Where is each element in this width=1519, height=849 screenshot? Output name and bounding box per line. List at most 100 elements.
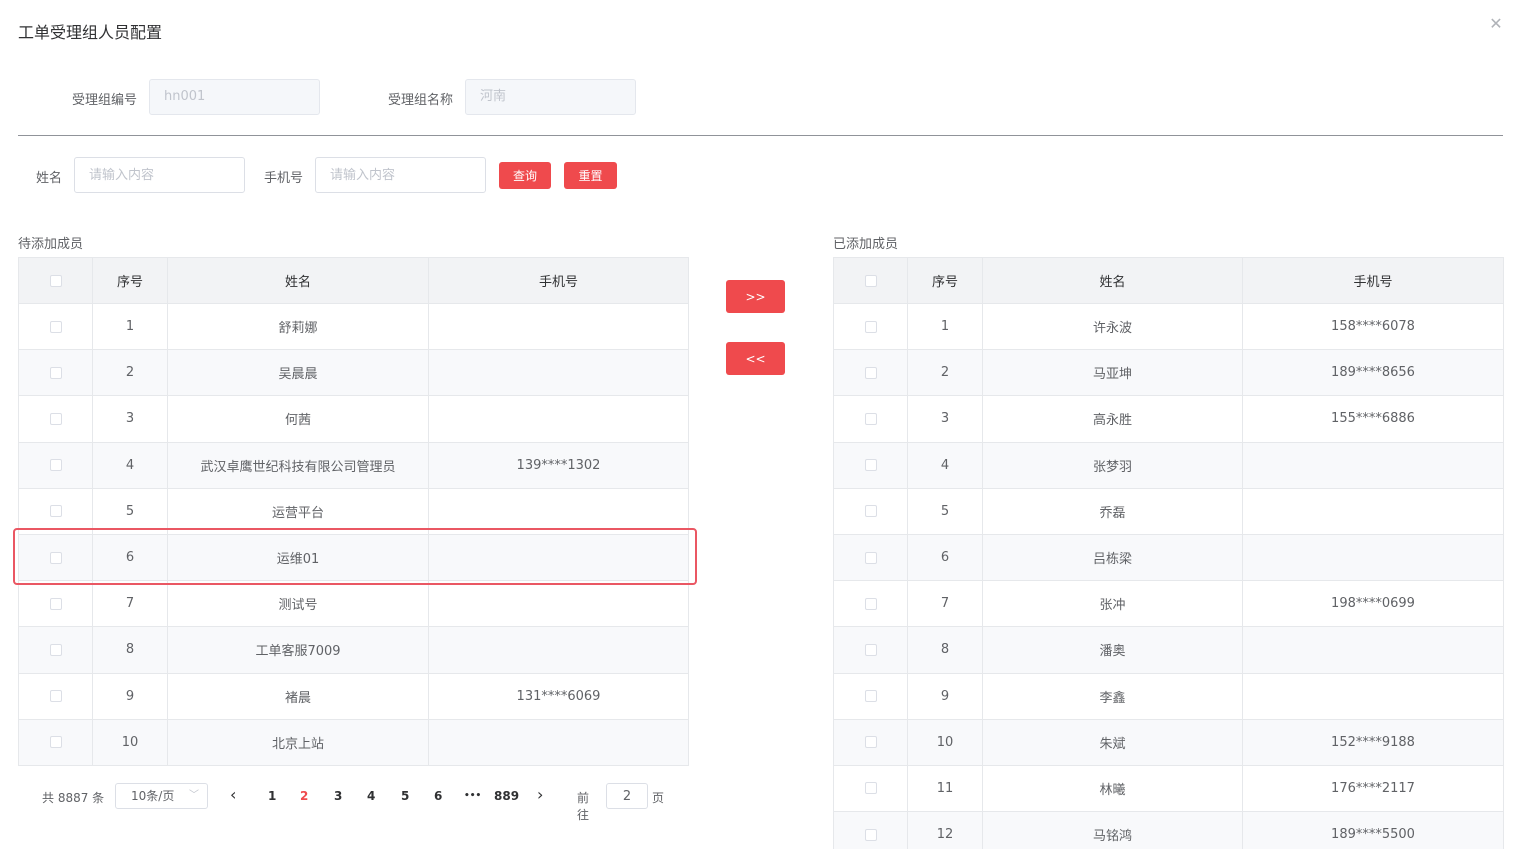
row-name: 测试号 (167, 580, 429, 628)
row-index: 1 (92, 302, 168, 351)
name-search-input[interactable] (74, 157, 245, 193)
phone-search-input[interactable] (315, 157, 486, 193)
row-checkbox[interactable] (49, 597, 62, 610)
row-checkbox-cell[interactable] (18, 349, 93, 397)
row-checkbox[interactable] (49, 412, 62, 425)
table-row[interactable]: 10 北京上站 (18, 718, 689, 766)
row-checkbox-cell[interactable] (18, 626, 93, 674)
select-all-checkbox[interactable] (864, 274, 877, 287)
page-number[interactable]: 1 (268, 789, 276, 803)
row-checkbox-cell[interactable] (833, 626, 908, 674)
table-row[interactable]: 4 武汉卓鹰世纪科技有限公司管理员 139****1302 (18, 441, 689, 489)
table-row[interactable]: 6 吕栋梁 (833, 533, 1504, 582)
page-number-current[interactable]: 2 (300, 789, 308, 803)
row-checkbox[interactable] (49, 643, 62, 656)
page-number[interactable]: 4 (367, 789, 375, 803)
row-checkbox[interactable] (864, 366, 877, 379)
row-name: 工单客服7009 (167, 626, 429, 674)
column-header: 手机号 (1242, 257, 1504, 304)
table-row[interactable]: 1 许永波 158****6078 (833, 302, 1504, 351)
row-index: 5 (92, 487, 168, 535)
table-row[interactable]: 5 运营平台 (18, 487, 689, 535)
row-checkbox[interactable] (49, 690, 62, 703)
row-checkbox-cell[interactable] (833, 764, 908, 813)
page-ellipsis[interactable]: ••• (464, 791, 481, 801)
chevron-left-icon[interactable]: ‹ (230, 785, 236, 804)
table-row[interactable]: 7 张冲 198****0699 (833, 580, 1504, 628)
row-name: 高永胜 (982, 395, 1243, 443)
row-checkbox-cell[interactable] (833, 487, 908, 535)
row-checkbox[interactable] (864, 643, 877, 656)
page-number[interactable]: 889 (494, 789, 519, 803)
row-checkbox[interactable] (49, 551, 62, 564)
row-checkbox[interactable] (864, 459, 877, 472)
row-checkbox[interactable] (864, 505, 877, 518)
row-checkbox-cell[interactable] (18, 302, 93, 351)
row-checkbox-cell[interactable] (833, 395, 908, 443)
chevron-right-icon[interactable]: › (537, 785, 543, 804)
page-number[interactable]: 6 (434, 789, 442, 803)
table-row[interactable]: 2 马亚坤 189****8656 (833, 349, 1504, 397)
row-checkbox[interactable] (864, 551, 877, 564)
table-row[interactable]: 12 马铭鸿 189****5500 (833, 811, 1504, 849)
table-row[interactable]: 7 测试号 (18, 580, 689, 628)
select-all-cell[interactable] (833, 257, 908, 304)
table-row[interactable]: 9 褚晨 131****6069 (18, 672, 689, 720)
row-checkbox-cell[interactable] (18, 533, 93, 582)
table-row[interactable]: 5 乔磊 (833, 487, 1504, 535)
close-icon[interactable]: ✕ (1488, 16, 1504, 32)
table-row[interactable]: 10 朱斌 152****9188 (833, 718, 1504, 766)
row-checkbox[interactable] (49, 320, 62, 333)
row-checkbox-cell[interactable] (18, 672, 93, 720)
table-row[interactable]: 8 潘奥 (833, 626, 1504, 674)
row-phone: 198****0699 (1242, 580, 1504, 628)
remove-members-button[interactable]: << (726, 342, 785, 375)
row-checkbox[interactable] (864, 320, 877, 333)
row-checkbox-cell[interactable] (18, 395, 93, 443)
row-checkbox[interactable] (49, 459, 62, 472)
query-button[interactable]: 查询 (499, 162, 551, 189)
table-row[interactable]: 1 舒莉娜 (18, 302, 689, 351)
row-checkbox[interactable] (49, 366, 62, 379)
select-all-cell[interactable] (18, 257, 93, 304)
page-number[interactable]: 5 (401, 789, 409, 803)
row-checkbox-cell[interactable] (833, 441, 908, 489)
row-checkbox-cell[interactable] (18, 580, 93, 628)
row-name: 褚晨 (167, 672, 429, 720)
row-checkbox[interactable] (864, 736, 877, 749)
row-checkbox-cell[interactable] (833, 580, 908, 628)
row-checkbox-cell[interactable] (833, 533, 908, 582)
row-checkbox[interactable] (864, 690, 877, 703)
goto-page-input[interactable] (606, 783, 648, 809)
table-row[interactable]: 9 李鑫 (833, 672, 1504, 720)
row-checkbox[interactable] (49, 505, 62, 518)
row-checkbox-cell[interactable] (833, 672, 908, 720)
add-members-button[interactable]: >> (726, 280, 785, 313)
row-checkbox[interactable] (864, 597, 877, 610)
reset-button[interactable]: 重置 (564, 162, 617, 189)
row-index: 7 (907, 580, 983, 628)
table-row[interactable]: 11 林曦 176****2117 (833, 764, 1504, 813)
row-checkbox[interactable] (864, 782, 877, 795)
table-row[interactable]: 3 何茜 (18, 395, 689, 443)
table-row[interactable]: 4 张梦羽 (833, 441, 1504, 489)
added-table: 序号 姓名 手机号 1 许永波 158****6078 2 马亚坤 189****865… (833, 257, 1504, 849)
row-checkbox-cell[interactable] (833, 718, 908, 766)
table-row[interactable]: 2 吴晨晨 (18, 349, 689, 397)
row-checkbox-cell[interactable] (833, 811, 908, 849)
row-index: 3 (907, 395, 983, 443)
row-checkbox-cell[interactable] (18, 718, 93, 766)
row-checkbox[interactable] (864, 828, 877, 841)
row-checkbox-cell[interactable] (18, 441, 93, 489)
table-row[interactable]: 6 运维01 (18, 533, 689, 582)
row-checkbox[interactable] (864, 412, 877, 425)
page-size-select[interactable]: 10条/页 ﹀ (115, 783, 208, 809)
table-row[interactable]: 3 高永胜 155****6886 (833, 395, 1504, 443)
row-checkbox[interactable] (49, 736, 62, 749)
table-row[interactable]: 8 工单客服7009 (18, 626, 689, 674)
row-checkbox-cell[interactable] (833, 349, 908, 397)
row-checkbox-cell[interactable] (833, 302, 908, 351)
page-number[interactable]: 3 (334, 789, 342, 803)
select-all-checkbox[interactable] (49, 274, 62, 287)
row-checkbox-cell[interactable] (18, 487, 93, 535)
